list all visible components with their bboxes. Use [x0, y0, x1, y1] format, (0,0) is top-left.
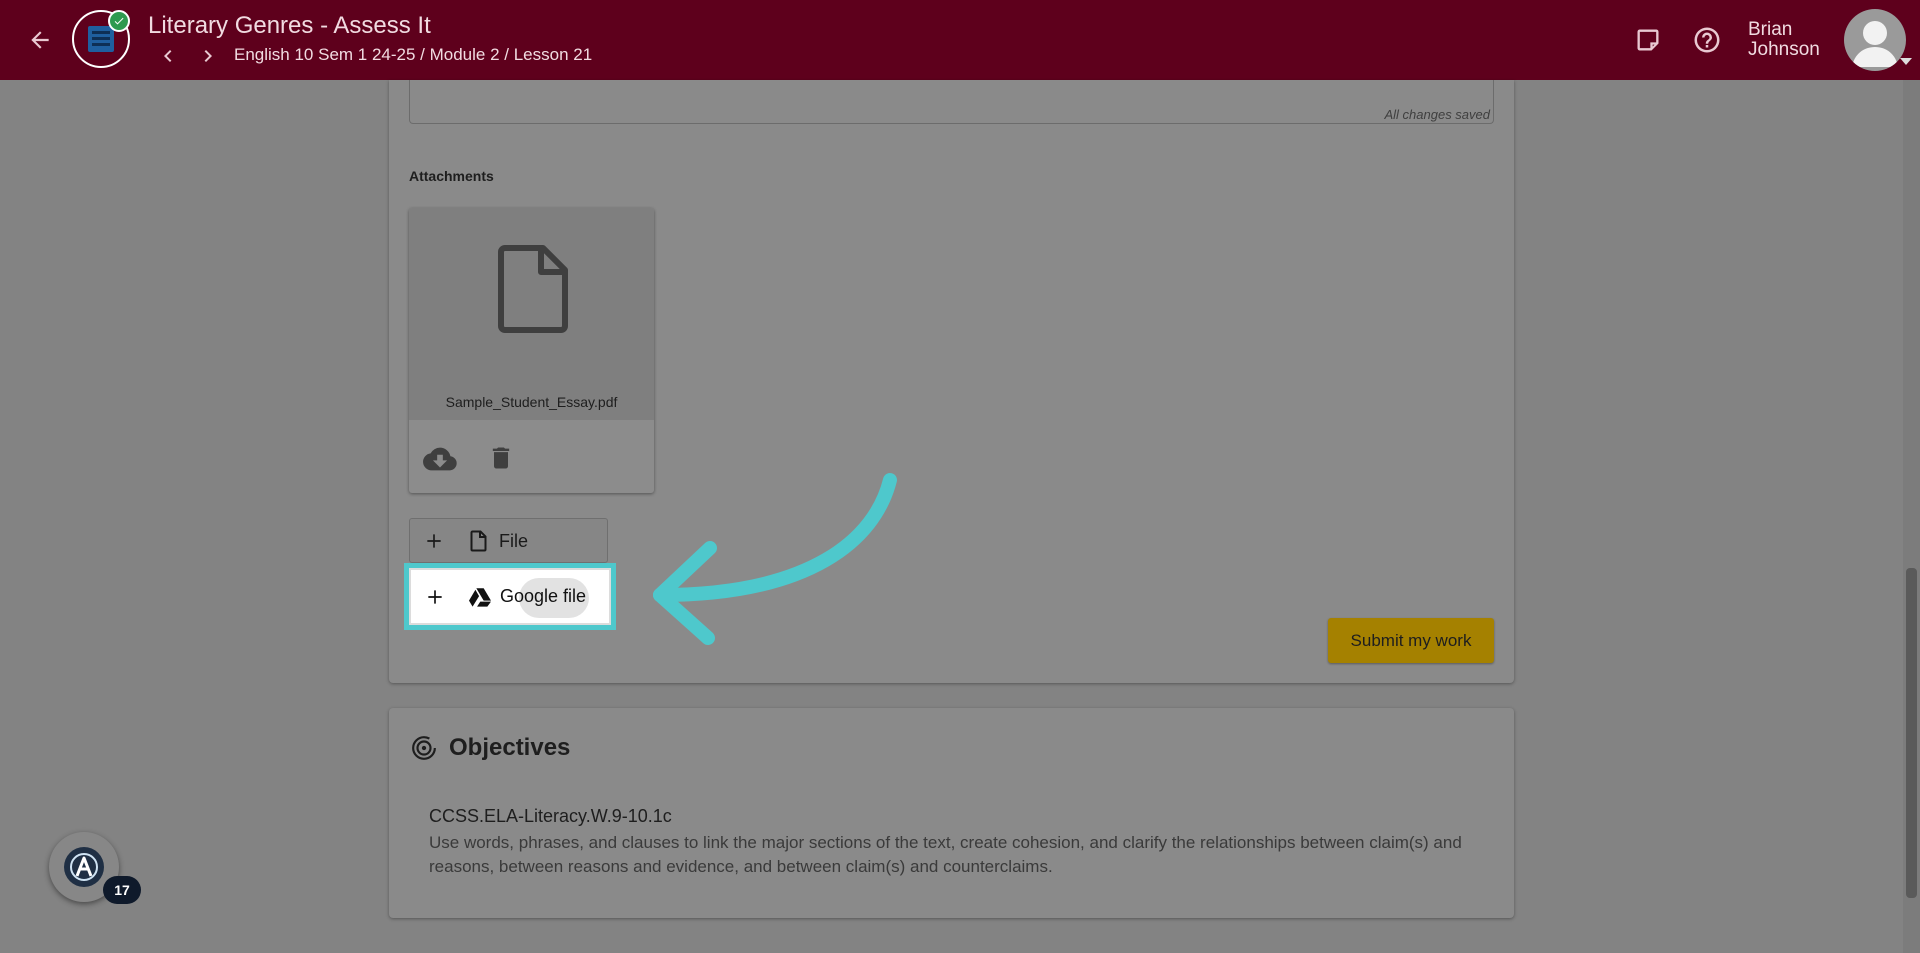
add-file-label: File: [499, 531, 529, 551]
target-icon: [412, 736, 436, 760]
plus-icon: [428, 590, 442, 604]
notes-button[interactable]: [1634, 26, 1662, 54]
next-lesson-button[interactable]: [196, 44, 220, 68]
chevron-right-icon: [204, 50, 212, 62]
back-button[interactable]: [22, 22, 58, 58]
add-file-button[interactable]: File: [409, 518, 608, 563]
breadcrumb[interactable]: English 10 Sem 1 24-25 / Module 2 / Less…: [234, 45, 592, 65]
completed-check-icon: [108, 10, 130, 32]
save-status: All changes saved: [1384, 107, 1490, 122]
google-drive-icon: [469, 588, 491, 607]
submit-my-work-button[interactable]: Submit my work: [1328, 618, 1494, 663]
arrow-back-icon: [31, 31, 49, 49]
plus-icon: [427, 534, 441, 548]
objective-description: Use words, phrases, and clauses to link …: [429, 833, 1462, 876]
download-attachment-button[interactable]: [423, 442, 457, 476]
page-scrollbar[interactable]: [1903, 80, 1920, 953]
user-avatar-icon: [1852, 21, 1898, 67]
delete-attachment-button[interactable]: [487, 443, 515, 473]
user-name: Brian Johnson: [1748, 20, 1820, 60]
attachment-preview[interactable]: Sample_Student_Essay.pdf: [409, 208, 654, 420]
course-logo[interactable]: [72, 10, 130, 68]
user-avatar[interactable]: [1844, 9, 1906, 71]
chevron-left-icon: [164, 50, 172, 62]
attachment-card[interactable]: Sample_Student_Essay.pdf: [409, 208, 654, 493]
top-app-bar: Literary Genres - Assess It English 10 S…: [0, 0, 1920, 80]
objectives-title: Objectives: [449, 734, 571, 761]
add-google-file-button[interactable]: Google file: [409, 568, 611, 625]
user-last-name: Johnson: [1748, 39, 1820, 60]
add-google-file-label: Google file: [500, 586, 587, 606]
help-button[interactable]: [1692, 25, 1722, 55]
help-circle-icon: [1694, 27, 1720, 53]
objective-code: CCSS.ELA-Literacy.W.9-10.1c: [429, 806, 672, 826]
document-icon: [498, 245, 568, 333]
cloud-download-icon: [423, 447, 457, 471]
attachment-file-name: Sample_Student_Essay.pdf: [445, 394, 618, 410]
tutorial-arrow-icon: [653, 473, 897, 645]
scrollbar-thumb[interactable]: [1906, 568, 1917, 898]
avatar-menu-caret-icon[interactable]: [1900, 58, 1912, 65]
page-title: Literary Genres - Assess It: [148, 12, 431, 39]
previous-lesson-button[interactable]: [156, 44, 180, 68]
assistant-logo-icon: [64, 847, 104, 887]
file-icon: [470, 530, 487, 552]
attachments-heading: Attachments: [409, 168, 494, 184]
notification-count-badge: 17: [103, 876, 141, 904]
trash-icon: [492, 447, 510, 469]
sticky-note-icon: [1637, 29, 1659, 51]
user-first-name: Brian: [1748, 19, 1793, 40]
